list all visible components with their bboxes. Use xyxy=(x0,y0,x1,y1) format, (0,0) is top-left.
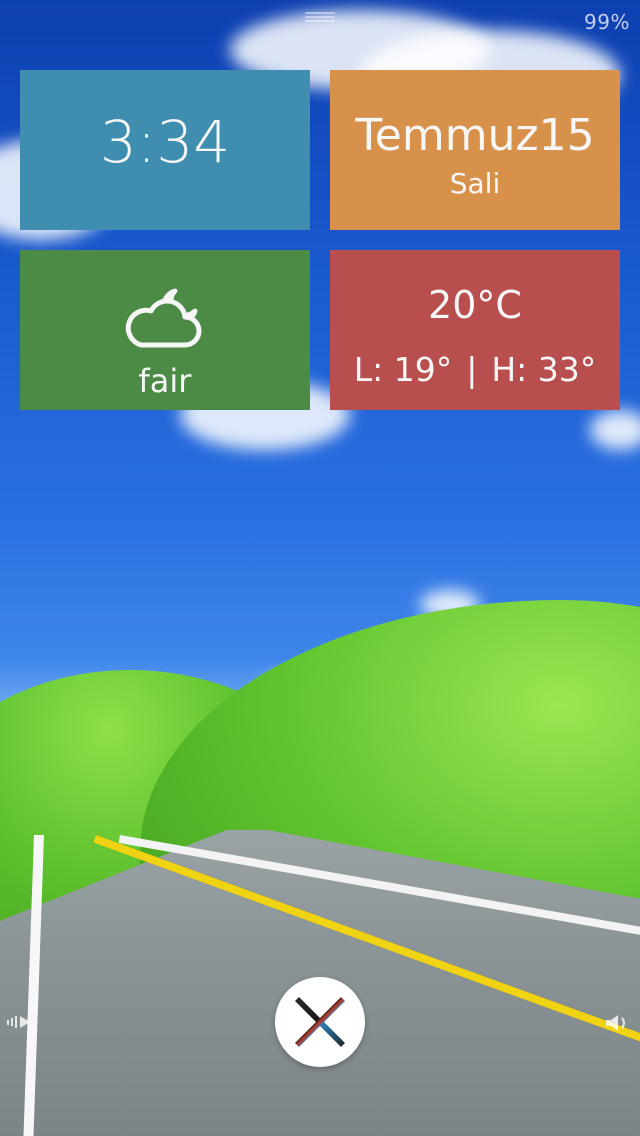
cloud xyxy=(590,410,640,450)
temperature-tile: 20°C L: 19° | H: 33° xyxy=(330,250,620,410)
x-icon xyxy=(295,997,345,1047)
close-button[interactable] xyxy=(275,977,365,1067)
music-icon[interactable] xyxy=(6,1012,32,1032)
temperature-separator: | xyxy=(466,350,478,389)
cloud-moon-icon xyxy=(125,288,202,348)
weather-condition: fair xyxy=(138,362,192,400)
grabber-icon[interactable] xyxy=(305,10,335,24)
time-tile: 3:34 xyxy=(20,70,310,230)
lockscreen: 99% 3:34 Temmuz15 Sali fair 20°C L: 19° |… xyxy=(0,0,640,1136)
high-temperature: H: 33° xyxy=(491,350,597,389)
low-temperature: L: 19° xyxy=(353,350,453,389)
date-tile: Temmuz15 Sali xyxy=(330,70,620,230)
weather-tile: fair xyxy=(20,250,310,410)
date-day: Sali xyxy=(449,167,501,200)
volume-icon[interactable] xyxy=(604,1012,632,1034)
temperature-range: L: 19° | H: 33° xyxy=(330,353,620,386)
clock-time: 3:34 xyxy=(99,108,231,176)
date-month: Temmuz15 xyxy=(355,110,595,161)
battery-percentage: 99% xyxy=(584,10,630,34)
current-temperature: 20°C xyxy=(428,283,522,327)
